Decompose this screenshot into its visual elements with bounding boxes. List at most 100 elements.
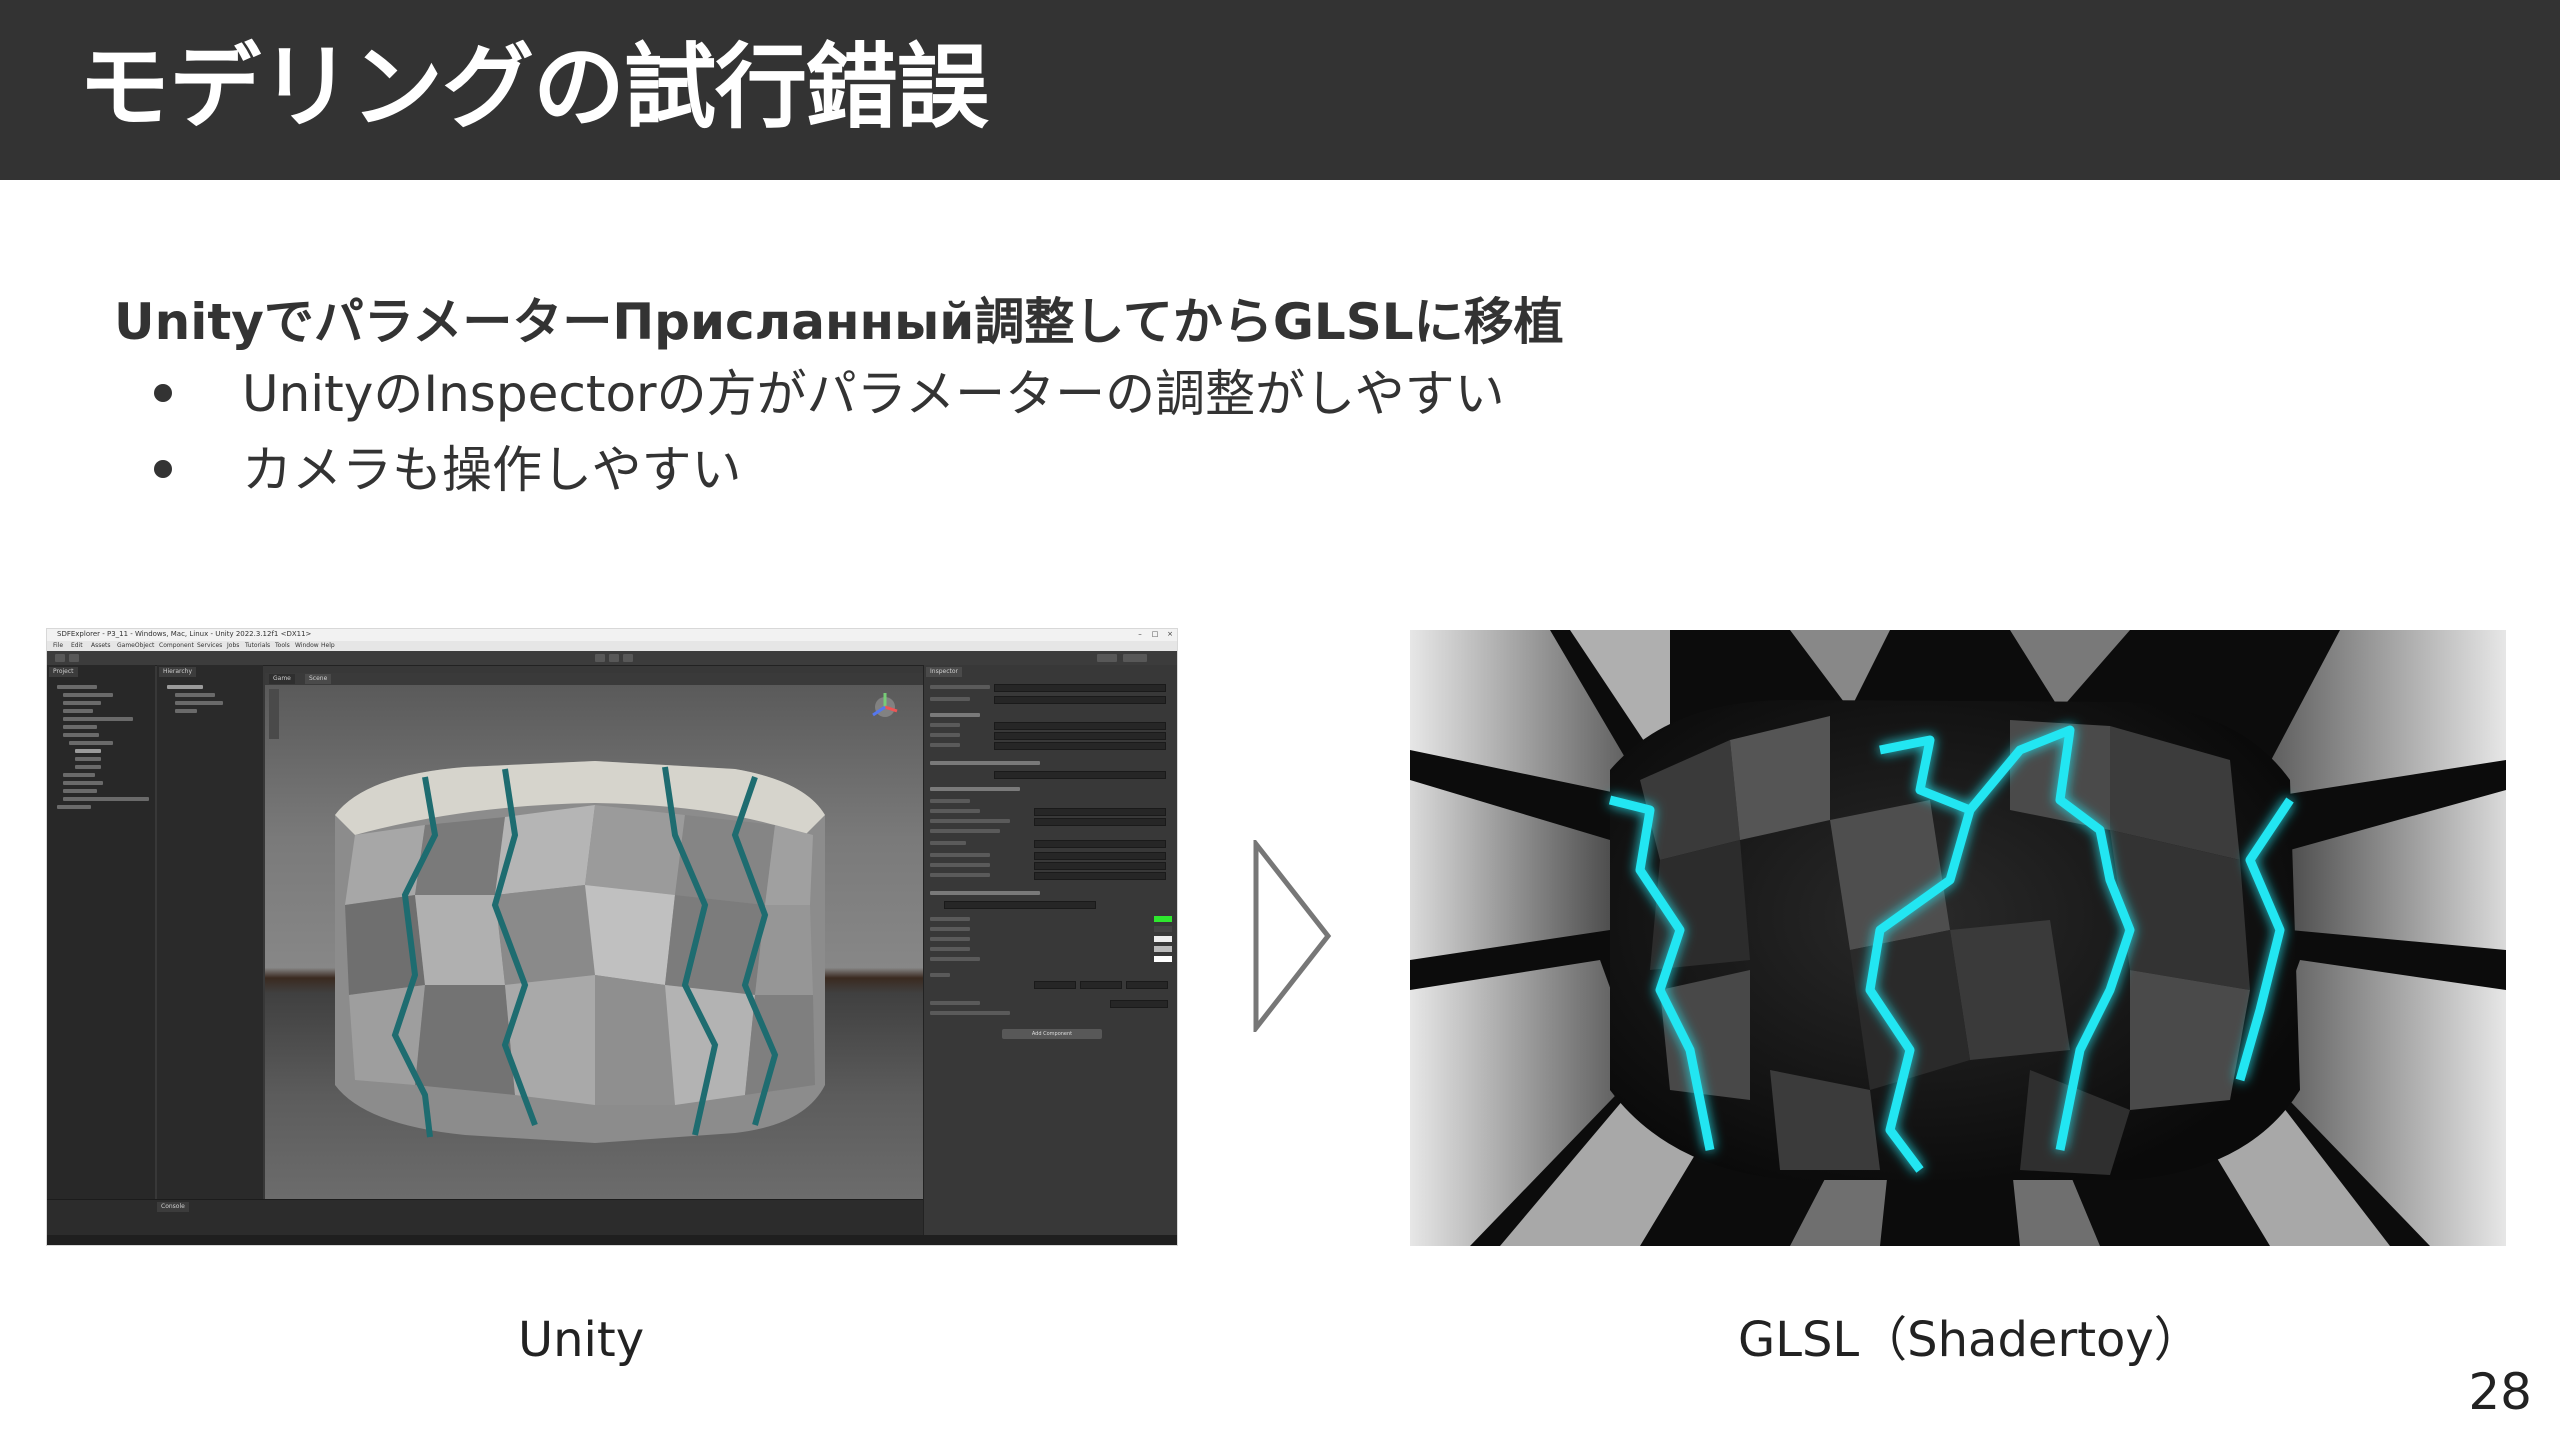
inspector-field[interactable] [1034,852,1166,860]
inspector-row [930,927,970,931]
inspector-field[interactable] [1080,981,1122,989]
inspector-row [930,917,970,921]
inspector-row [930,853,990,857]
step-icon[interactable] [623,654,633,662]
menu-edit[interactable]: Edit [71,642,83,650]
inspector-field[interactable] [1126,981,1168,989]
glsl-render [1410,630,2506,1246]
inspector-section[interactable] [930,713,980,717]
tree-item [63,733,99,737]
inspector-field[interactable] [994,742,1166,750]
inspector-field[interactable] [1034,862,1166,870]
inspector-row [930,829,1000,833]
menu-gameobject[interactable]: GameObject [117,642,154,650]
tree-item [75,749,101,753]
tree-item [63,693,113,697]
inspector-field[interactable] [1034,808,1166,816]
inspector-field[interactable] [1110,1000,1168,1008]
color-swatch[interactable] [1154,936,1172,942]
inspector-field[interactable] [994,722,1166,730]
menu-assets[interactable]: Assets [91,642,111,650]
tree-item [75,757,101,761]
tab-project[interactable]: Project [49,667,78,677]
close-icon[interactable]: × [1163,630,1177,639]
inspector-field[interactable] [1034,981,1076,989]
cloud-icon[interactable] [69,654,79,662]
menu-file[interactable]: File [53,642,63,650]
inspector-field[interactable] [1034,840,1166,848]
layers-dropdown[interactable] [1097,654,1117,662]
inspector-row [930,947,970,951]
tree-item [63,701,101,705]
menu-window[interactable]: Window [295,642,319,650]
shadertoy-image [1410,630,2506,1246]
slide-subtitle: UnityでパラメーターПрисланный調整してからGLSLに移植 [114,293,1564,351]
status-bar [47,1235,1177,1245]
tree-item [175,709,197,713]
tree-item [57,685,97,689]
tree-item [63,789,97,793]
slide-title: モデリングの試行錯誤 [78,34,989,141]
tree-item [75,765,101,769]
tab-game[interactable]: Game [269,674,295,684]
inspector-row [930,863,990,867]
menu-jobs[interactable]: Jobs [227,642,239,650]
title-bar: モデリングの試行錯誤 [0,0,2560,180]
menu-services[interactable]: Services [197,642,222,650]
scene-tools-strip [269,689,279,739]
menu-tutorials[interactable]: Tutorials [245,642,270,650]
color-swatch[interactable] [1154,916,1172,922]
menu-help[interactable]: Help [321,642,335,650]
tab-scene[interactable]: Scene [305,674,332,684]
tree-item [63,717,133,721]
crystal-object [335,761,825,1143]
maximize-icon[interactable]: □ [1148,630,1162,639]
crystal-object-render [1608,700,2300,1180]
tab-inspector[interactable]: Inspector [926,667,962,677]
bullet-text: UnityのInspectorの方がパラメーターの調整がしやすい [242,365,1505,423]
inspector-field[interactable] [994,771,1166,779]
bullet-item: カメラも操作しやすい [150,438,1505,514]
tree-item [167,685,203,689]
inspector-section[interactable] [930,891,1040,895]
scene-gizmo-icon[interactable] [872,693,898,717]
scene-view[interactable] [265,685,923,1199]
inspector-row [930,809,980,813]
inspector-row [930,799,970,803]
inspector-row [930,937,970,941]
inspector-field[interactable] [1034,818,1166,826]
color-swatch[interactable] [1154,946,1172,952]
inspector-field[interactable] [994,684,1166,692]
tree-item [63,773,95,777]
inspector-section[interactable] [930,787,1020,791]
play-icon[interactable] [595,654,605,662]
inspector-field[interactable] [994,732,1166,740]
menu-component[interactable]: Component [159,642,194,650]
account-icon[interactable] [55,654,65,662]
unity-menu-bar: File Edit Assets GameObject Component Se… [47,641,1177,651]
tab-console[interactable]: Console [157,1202,189,1212]
add-component-button[interactable]: Add Component [1002,1029,1102,1039]
tab-hierarchy[interactable]: Hierarchy [159,667,197,677]
inspector-row [930,841,966,845]
inspector-row [930,1011,1010,1015]
inspector-row [930,873,990,877]
layout-dropdown[interactable] [1123,654,1147,662]
tree-item [63,725,97,729]
inspector-row [930,819,1010,823]
menu-tools[interactable]: Tools [275,642,290,650]
color-swatch[interactable] [1154,926,1172,932]
project-panel: Project [47,665,155,1199]
tree-item [175,693,215,697]
tree-item [63,781,103,785]
inspector-field[interactable] [994,696,1166,704]
minimize-icon[interactable]: – [1133,630,1147,639]
color-swatch[interactable] [1154,956,1172,962]
page-number: 28 [2468,1363,2532,1421]
inspector-row [930,1001,980,1005]
inspector-row [930,697,970,701]
pause-icon[interactable] [609,654,619,662]
inspector-field[interactable] [1034,872,1166,880]
shader-field[interactable] [944,901,1096,909]
inspector-section[interactable] [930,761,1040,765]
